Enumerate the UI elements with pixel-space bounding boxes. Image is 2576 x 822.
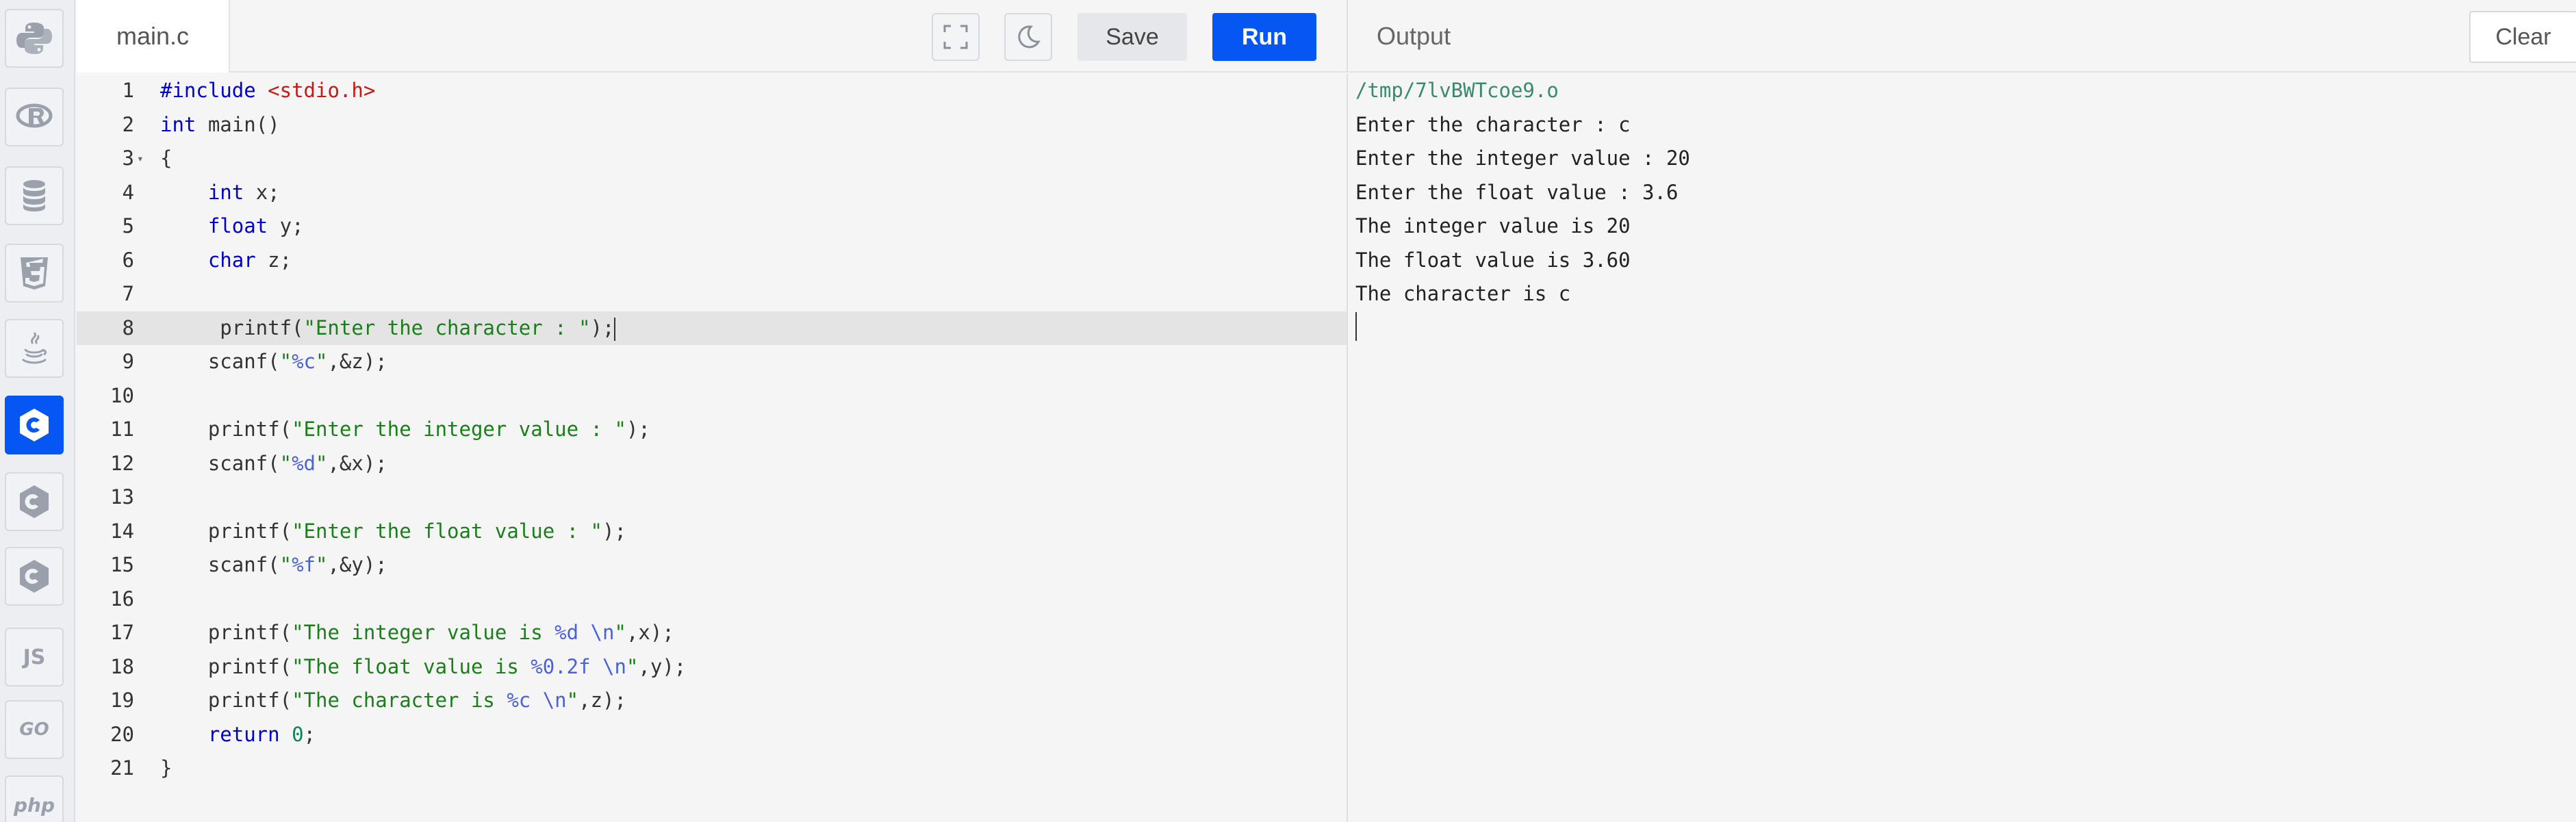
code-line: 10 [77,379,1347,413]
code-line: 13 [77,480,1347,515]
c-icon[interactable] [5,396,64,454]
code-line: 20 return 0; [77,718,1347,752]
code-line-active: 8 printf("Enter the character : "); [77,311,1347,345]
javascript-label: JS [23,645,46,669]
code-line: 3 ▾ { [77,142,1347,176]
line-number: 5 [122,214,134,237]
line-number: 4 [122,180,134,204]
line-number: 14 [110,519,134,543]
output-line: /tmp/7lvBWTcoe9.o [1355,79,1559,102]
line-number: 12 [110,451,134,475]
go-icon[interactable]: GO [5,700,64,759]
file-tab[interactable]: main.c [77,0,230,73]
line-number: 6 [122,248,134,272]
code-text: printf("Enter the float value : "); [160,519,626,543]
line-number: 8 [122,316,134,339]
output-line: Enter the character : c [1355,112,1631,136]
r-icon[interactable] [5,88,64,146]
save-button[interactable]: Save [1077,13,1187,61]
line-number: 2 [122,112,134,136]
text-cursor [614,317,616,341]
code-line: 12 scanf("%d",&x); [77,447,1347,481]
code-line: 19 printf("The character is %c \n",z); [77,684,1347,718]
code-text: #include <stdio.h> [160,79,376,102]
go-label: GO [19,719,49,740]
code-text: float y; [207,214,304,237]
editor-header: main.c Save Run [77,0,1347,73]
php-label: php [13,793,55,817]
line-number: 13 [110,485,134,509]
code-text: int x; [207,180,280,204]
code-line: 17 printf("The integer value is %d \n",x… [77,616,1347,650]
code-line: 16 [77,582,1347,617]
code-editor[interactable]: 1 #include <stdio.h> 2 int main() 3 ▾ { … [77,74,1347,822]
output-title: Output [1377,22,1451,50]
code-line: 4 int x; [77,176,1347,210]
code-line: 14 printf("Enter the float value : "); [77,515,1347,549]
code-line: 18 printf("The float value is %0.2f \n",… [77,650,1347,684]
code-text: printf("The integer value is %d \n",x); [160,621,674,644]
output-line: Enter the integer value : 20 [1355,146,1690,170]
html5-icon[interactable] [5,244,64,303]
php-icon[interactable]: php [5,775,64,822]
line-number: 11 [110,418,134,441]
code-text: printf("Enter the character : "); [160,316,616,341]
cpp-icon[interactable] [5,472,64,531]
code-line: 1 #include <stdio.h> [77,74,1347,108]
python-icon[interactable] [5,9,64,68]
output-panel[interactable]: /tmp/7lvBWTcoe9.o Enter the character : … [1347,74,2576,822]
output-line: The integer value is 20 [1355,214,1631,237]
file-name: main.c [116,22,190,50]
line-number: 3 [122,146,134,170]
code-line: 15 scanf("%f",&y); [77,548,1347,582]
javascript-icon[interactable]: JS [5,628,64,686]
line-number: 7 [122,282,134,305]
code-line: 6 char z; [77,244,1347,278]
code-text: printf("The float value is %0.2f \n",y); [160,654,687,678]
line-number: 9 [122,350,134,373]
database-icon[interactable] [5,166,64,225]
code-line: 7 [77,277,1347,311]
fullscreen-button[interactable] [932,13,980,61]
line-number: 15 [110,553,134,576]
java-icon[interactable] [5,319,64,378]
clear-button[interactable]: Clear [2469,11,2576,63]
code-text: printf("Enter the integer value : "); [160,418,650,441]
line-number: 21 [110,756,134,780]
code-text: { [160,146,173,170]
theme-toggle-button[interactable] [1004,13,1052,61]
line-number: 19 [110,689,134,712]
line-number: 1 [122,79,134,102]
fold-toggle-icon[interactable]: ▾ [137,142,144,176]
code-line: 5 float y; [77,209,1347,244]
code-line: 11 printf("Enter the integer value : "); [77,413,1347,447]
code-line: 2 int main() [77,108,1347,142]
code-text: scanf("%c",&z); [160,350,387,373]
code-text: } [160,756,173,780]
output-header: Output Clear [1347,0,2576,73]
fullscreen-icon [943,25,968,49]
code-line: 9 scanf("%c",&z); [77,345,1347,379]
line-number: 18 [110,654,134,678]
code-text: printf("The character is %c \n",z); [160,689,626,712]
output-line: Enter the float value : 3.6 [1355,180,1679,204]
line-number: 16 [110,587,134,611]
line-number: 10 [110,383,134,407]
code-text: scanf("%d",&x); [160,451,387,475]
output-line: The float value is 3.60 [1355,248,1631,272]
output-cursor [1355,312,1357,341]
language-sidebar: JS GO php [0,0,75,822]
output-line: The character is c [1355,282,1571,305]
code-text: int main() [160,112,280,136]
csharp-icon[interactable] [5,547,64,606]
code-line: 21 } [77,752,1347,786]
line-number: 20 [110,722,134,746]
moon-icon [1018,25,1041,49]
code-text: scanf("%f",&y); [160,553,387,576]
code-text: char z; [207,248,292,272]
line-number: 17 [110,621,134,644]
run-button[interactable]: Run [1212,13,1316,61]
code-text: return 0; [207,722,316,746]
